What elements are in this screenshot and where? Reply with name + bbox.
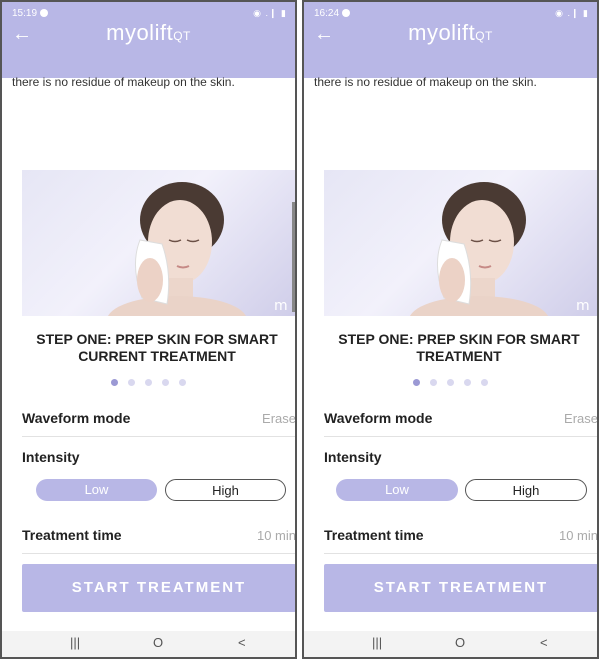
treatment-time-row[interactable]: Treatment time 10 min <box>324 521 598 551</box>
treatment-time-value: 10 min <box>256 528 296 543</box>
intensity-label: Intensity <box>324 449 382 465</box>
carousel-dot[interactable] <box>430 379 437 386</box>
instruction-text: there is no residue of makeup on the ski… <box>12 75 235 89</box>
nav-back-icon[interactable]: < <box>540 635 548 650</box>
instruction-text: there is no residue of makeup on the ski… <box>314 75 537 89</box>
treatment-time-value: 10 min <box>558 528 598 543</box>
scrollbar[interactable] <box>292 202 295 312</box>
waveform-value: Erase <box>262 411 296 426</box>
divider <box>22 553 295 554</box>
logo-sub: QT <box>173 29 191 43</box>
logo-main: myolift <box>408 20 476 45</box>
status-time-text: 15:19 <box>12 8 38 19</box>
treatment-time-label: Treatment time <box>324 527 424 543</box>
app-logo: myoliftQT <box>304 20 597 46</box>
intensity-high-button[interactable]: High <box>465 479 587 501</box>
status-time-text: 16:24 <box>314 8 340 19</box>
hero-image: m <box>22 170 295 316</box>
intensity-high-button[interactable]: High <box>165 479 286 501</box>
intensity-label: Intensity <box>22 449 80 465</box>
divider <box>324 436 597 437</box>
notification-icon <box>40 9 49 17</box>
notification-icon <box>342 9 351 17</box>
app-header: 15:19 ◉ .❙ ▮ ← myoliftQT <box>2 2 295 78</box>
system-nav-bar: ||| O < <box>2 631 295 657</box>
carousel-dot[interactable] <box>145 379 152 386</box>
waveform-label: Waveform mode <box>22 410 131 426</box>
carousel-dot[interactable] <box>481 379 488 386</box>
system-nav-bar: ||| O < <box>304 631 597 657</box>
waveform-row[interactable]: Waveform mode Erase <box>22 404 296 434</box>
status-icons: ◉ .❙ ▮ <box>253 8 287 18</box>
treatment-time-row[interactable]: Treatment time 10 min <box>22 521 296 551</box>
status-time: 15:19 <box>12 8 49 19</box>
home-icon[interactable]: O <box>455 635 465 650</box>
recents-icon[interactable]: ||| <box>372 635 382 650</box>
intensity-low-button[interactable]: Low <box>336 479 458 501</box>
carousel-dot[interactable] <box>464 379 471 386</box>
carousel-dots <box>2 373 295 391</box>
waveform-label: Waveform mode <box>324 410 433 426</box>
carousel-dot[interactable] <box>413 379 420 386</box>
carousel-dot[interactable] <box>447 379 454 386</box>
step-title: STEP ONE: PREP SKIN FOR SMART TREATMENT <box>338 331 580 364</box>
divider <box>22 436 295 437</box>
hero-watermark: m <box>576 298 590 314</box>
app-header: 16:24 ◉ .❙ ▮ ← myoliftQT <box>304 2 597 78</box>
logo-main: myolift <box>106 20 174 45</box>
carousel-dot[interactable] <box>179 379 186 386</box>
status-icons: ◉ .❙ ▮ <box>555 8 589 18</box>
carousel-dot[interactable] <box>162 379 169 386</box>
woman-face-illustration: m <box>107 182 288 316</box>
hero-image: m <box>324 170 597 316</box>
app-logo: myoliftQT <box>2 20 295 46</box>
carousel-dot[interactable] <box>111 379 118 386</box>
logo-sub: QT <box>475 29 493 43</box>
waveform-value: Erase <box>564 411 598 426</box>
phone-screen-left: 15:19 ◉ .❙ ▮ ← myoliftQT there is no res… <box>0 0 297 659</box>
status-time: 16:24 <box>314 8 351 19</box>
home-icon[interactable]: O <box>153 635 163 650</box>
woman-face-illustration: m <box>409 182 590 316</box>
phone-screen-right: 16:24 ◉ .❙ ▮ ← myoliftQT there is no res… <box>302 0 599 659</box>
nav-back-icon[interactable]: < <box>238 635 246 650</box>
recents-icon[interactable]: ||| <box>70 635 80 650</box>
step-title: STEP ONE: PREP SKIN FOR SMART CURRENT TR… <box>36 331 278 364</box>
start-treatment-button[interactable]: START TREATMENT <box>324 564 597 612</box>
hero-watermark: m <box>274 298 288 314</box>
carousel-dots <box>304 373 597 391</box>
carousel-dot[interactable] <box>128 379 135 386</box>
start-treatment-button[interactable]: START TREATMENT <box>22 564 295 612</box>
divider <box>324 553 597 554</box>
intensity-row: Intensity <box>22 443 295 473</box>
waveform-row[interactable]: Waveform mode Erase <box>324 404 598 434</box>
intensity-low-button[interactable]: Low <box>36 479 157 501</box>
treatment-time-label: Treatment time <box>22 527 122 543</box>
intensity-row: Intensity <box>324 443 597 473</box>
